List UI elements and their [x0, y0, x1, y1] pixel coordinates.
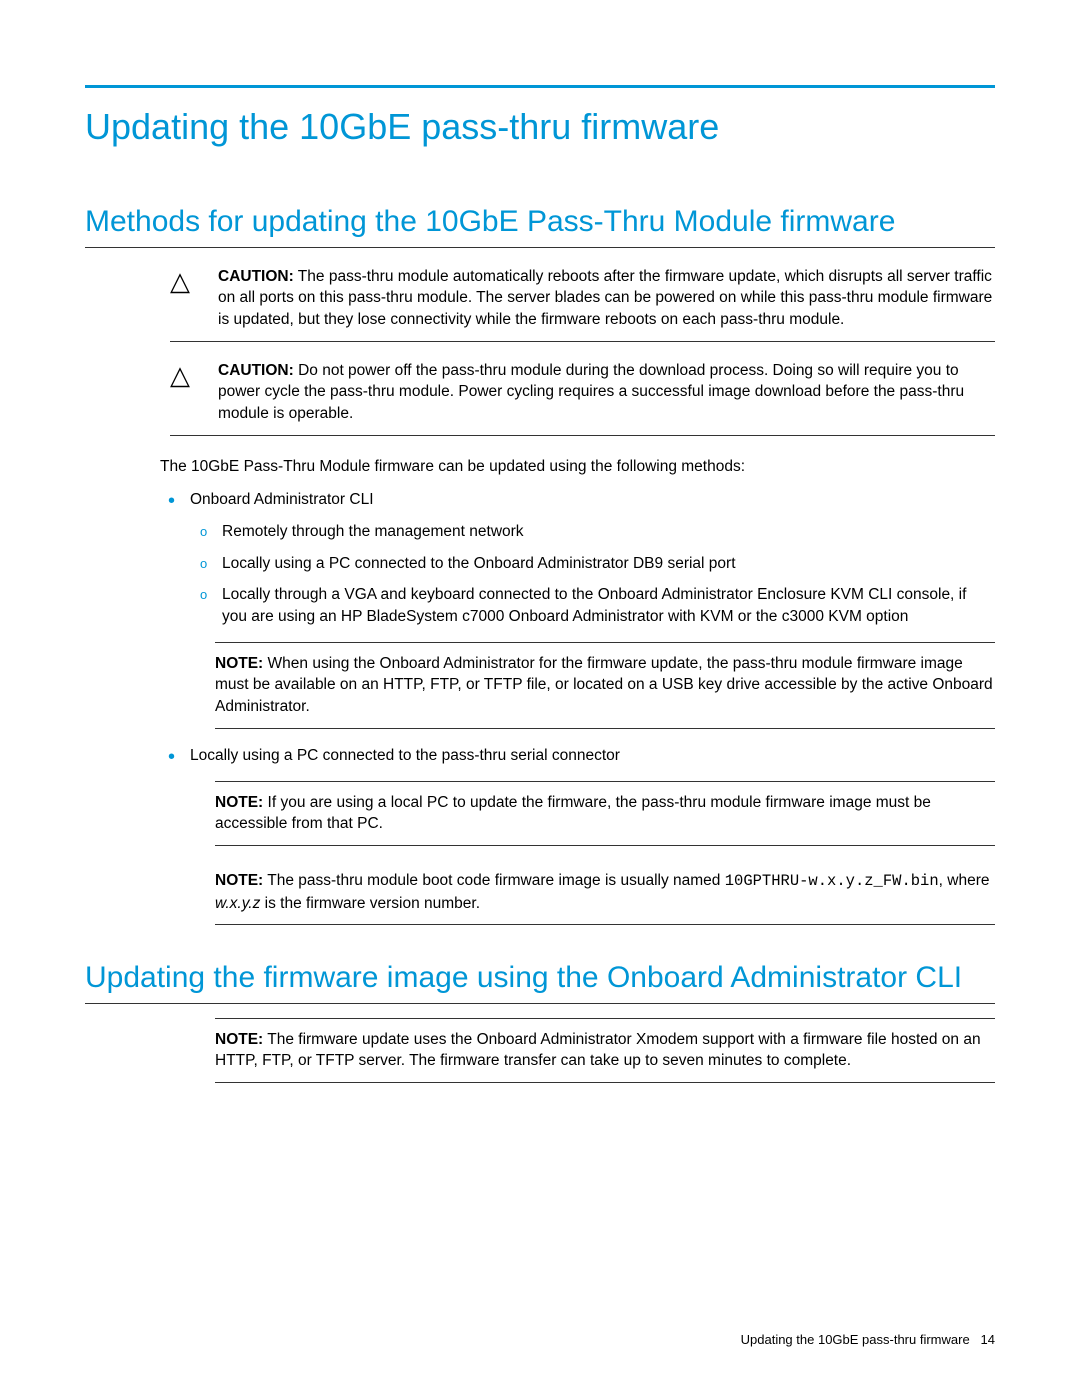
note-label: NOTE:: [215, 872, 263, 889]
note-block-2: NOTE: If you are using a local PC to upd…: [215, 781, 995, 846]
note-block-3: NOTE: The pass-thru module boot code fir…: [215, 860, 995, 925]
caution-label: CAUTION:: [218, 362, 294, 379]
note3-pre: The pass-thru module boot code firmware …: [263, 872, 725, 889]
note-label: NOTE:: [215, 794, 263, 811]
sub-list-item: Locally through a VGA and keyboard conne…: [222, 584, 995, 627]
page-footer: Updating the 10GbE pass-thru firmware 14: [741, 1332, 995, 1347]
list-item-text: Onboard Administrator CLI: [190, 491, 374, 508]
note-body-4: The firmware update uses the Onboard Adm…: [215, 1031, 981, 1070]
warning-icon: △: [170, 360, 218, 425]
note-body-2: If you are using a local PC to update th…: [215, 794, 931, 833]
note-body-1: When using the Onboard Administrator for…: [215, 655, 993, 715]
caution-block-1: △ CAUTION: The pass-thru module automati…: [170, 266, 995, 342]
top-rule: [85, 85, 995, 88]
section-heading-cli: Updating the firmware image using the On…: [85, 959, 995, 1004]
sub-list: Remotely through the management network …: [222, 521, 995, 628]
warning-icon: △: [170, 266, 218, 331]
note3-post: is the firmware version number.: [260, 895, 480, 912]
note-label: NOTE:: [215, 655, 263, 672]
footer-text: Updating the 10GbE pass-thru firmware: [741, 1332, 970, 1347]
caution-body-1: The pass-thru module automatically reboo…: [218, 268, 992, 328]
page-number: 14: [981, 1332, 995, 1347]
caution-text-2: CAUTION: Do not power off the pass-thru …: [218, 360, 995, 425]
note-block-4: NOTE: The firmware update uses the Onboa…: [215, 1018, 995, 1083]
note-label: NOTE:: [215, 1031, 263, 1048]
caution-label: CAUTION:: [218, 268, 294, 285]
note-block-1: NOTE: When using the Onboard Administrat…: [215, 642, 995, 729]
note3-code: 10GPTHRU-w.x.y.z_FW.bin: [725, 872, 939, 890]
page-title: Updating the 10GbE pass-thru firmware: [85, 106, 995, 148]
sub-list-item: Locally using a PC connected to the Onbo…: [222, 553, 995, 575]
caution-body-2: Do not power off the pass-thru module du…: [218, 362, 964, 422]
intro-text: The 10GbE Pass-Thru Module firmware can …: [160, 456, 995, 478]
methods-list: Onboard Administrator CLI Remotely throu…: [190, 489, 995, 627]
note3-var: w.x.y.z: [215, 895, 260, 912]
sub-list-item: Remotely through the management network: [222, 521, 995, 543]
methods-list-2: Locally using a PC connected to the pass…: [190, 745, 995, 767]
section-heading-methods: Methods for updating the 10GbE Pass-Thru…: [85, 203, 995, 248]
note3-mid: , where: [939, 872, 990, 889]
list-item: Onboard Administrator CLI Remotely throu…: [190, 489, 995, 627]
caution-text-1: CAUTION: The pass-thru module automatica…: [218, 266, 995, 331]
caution-block-2: △ CAUTION: Do not power off the pass-thr…: [170, 360, 995, 436]
list-item: Locally using a PC connected to the pass…: [190, 745, 995, 767]
